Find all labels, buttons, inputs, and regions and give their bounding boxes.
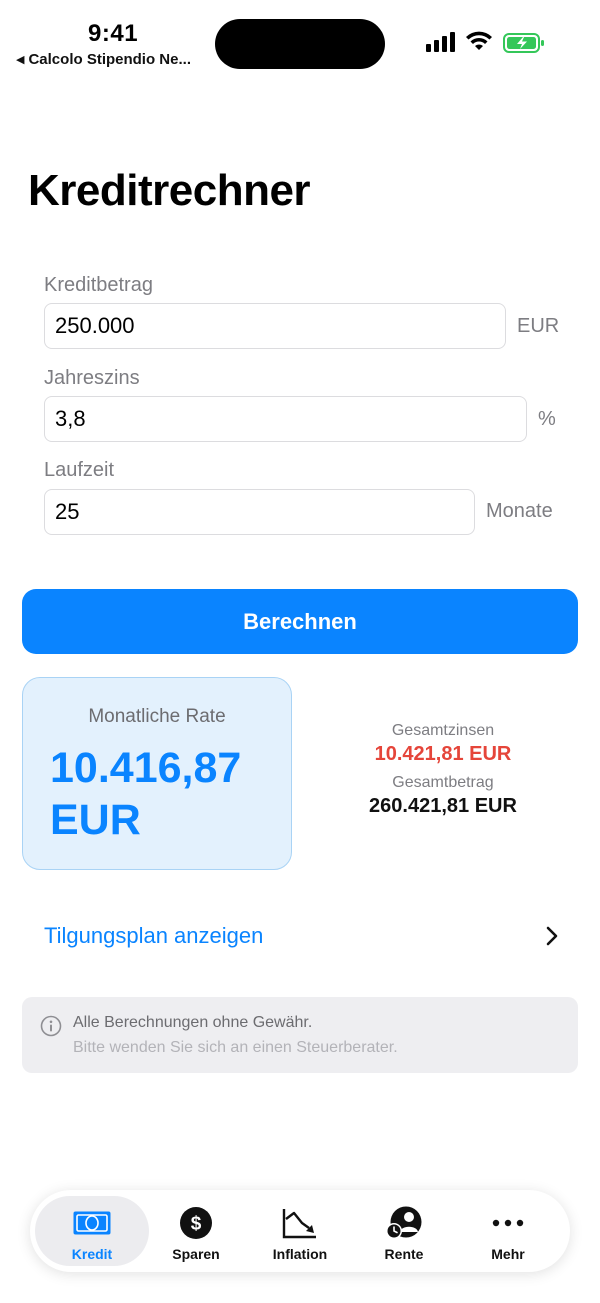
total-interest-label: Gesamtzinsen (391, 722, 495, 739)
tab-sparen[interactable]: $ Sparen (144, 1190, 248, 1272)
term-input[interactable] (44, 489, 475, 535)
total-amount-value: 260.421,81 EUR (369, 795, 517, 817)
tab-mehr[interactable]: Mehr (456, 1190, 560, 1272)
interest-unit: % (538, 408, 556, 430)
banknote-icon (72, 1206, 112, 1240)
tab-label: Mehr (491, 1246, 525, 1262)
disclaimer-line-1: Alle Berechnungen ohne Gewähr. (73, 1014, 313, 1031)
loan-amount-unit: EUR (517, 315, 560, 337)
monthly-rate-card: Monatliche Rate 10.416,87 EUR (22, 677, 292, 870)
dollar-circle-icon: $ (176, 1206, 216, 1240)
svg-text:$: $ (191, 1214, 202, 1235)
disclaimer-line-2: Bitte wenden Sie sich an einen Steuerber… (73, 1039, 398, 1056)
tab-label: Kredit (71, 1246, 113, 1262)
wifi-icon (466, 31, 492, 50)
back-to-app-link[interactable]: ◀ Calcolo Stipendio Ne... (16, 51, 191, 68)
total-interest-value: 10.421,81 EUR (374, 743, 512, 765)
tab-label: Inflation (272, 1246, 328, 1262)
interest-label: Jahreszins (44, 367, 140, 389)
summary-block: Gesamtzinsen 10.421,81 EUR Gesamtbetrag … (343, 722, 543, 818)
tab-label: Sparen (172, 1246, 220, 1262)
amortization-schedule-label: Tilgungsplan anzeigen (44, 923, 264, 948)
tab-kredit[interactable]: Kredit (40, 1190, 144, 1272)
loan-amount-input[interactable] (44, 303, 506, 349)
tab-rente[interactable]: Rente (352, 1190, 456, 1272)
page-title: Kreditrechner (28, 166, 311, 215)
tab-bar: Kredit $ Sparen Inflation Rente Mehr (30, 1190, 570, 1272)
battery-charging-icon (503, 33, 544, 53)
info-icon (40, 1015, 62, 1037)
back-triangle-icon: ◀ (16, 54, 25, 66)
interest-input[interactable] (44, 396, 527, 442)
status-time: 9:41 (88, 20, 139, 47)
calculate-button[interactable]: Berechnen (22, 589, 578, 654)
total-amount-label: Gesamtbetrag (392, 774, 494, 791)
person-clock-icon (384, 1206, 424, 1240)
ellipsis-icon (488, 1206, 528, 1240)
tab-label: Rente (384, 1246, 424, 1262)
amortization-schedule-link[interactable]: Tilgungsplan anzeigen (44, 919, 560, 953)
back-app-label: Calcolo Stipendio Ne... (28, 51, 191, 68)
loan-amount-label: Kreditbetrag (44, 274, 153, 296)
term-label: Laufzeit (44, 459, 115, 481)
cellular-signal-icon (426, 30, 455, 52)
tab-inflation[interactable]: Inflation (248, 1190, 352, 1272)
chart-down-icon (280, 1206, 320, 1240)
chevron-right-icon (546, 926, 558, 946)
term-unit: Monate (486, 500, 553, 522)
monthly-rate-value: 10.416,87 EUR (50, 744, 242, 844)
dynamic-island (215, 19, 385, 69)
status-bar: 9:41 ◀ Calcolo Stipendio Ne... (0, 0, 600, 80)
disclaimer-box: Alle Berechnungen ohne Gewähr. Bitte wen… (22, 997, 578, 1073)
monthly-rate-label: Monatliche Rate (88, 706, 226, 727)
